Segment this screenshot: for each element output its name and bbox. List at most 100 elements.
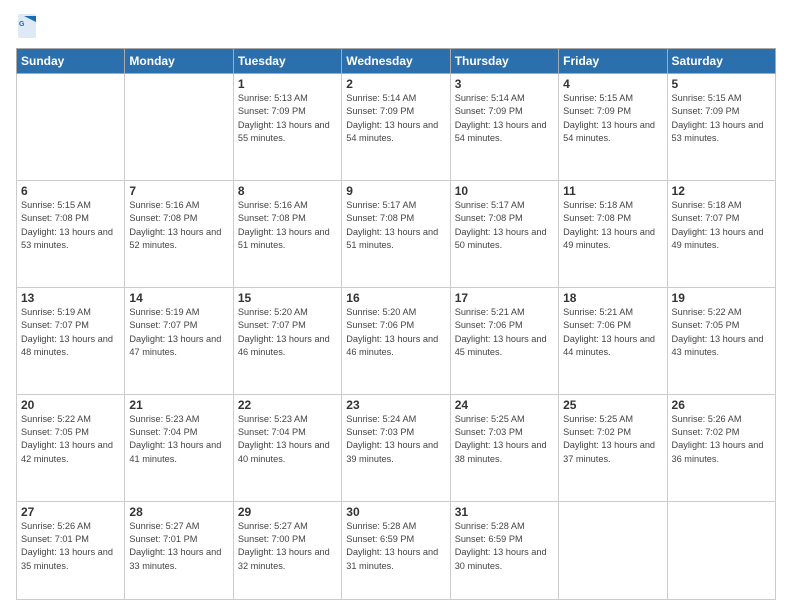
day-number: 24 [455, 398, 554, 412]
day-cell-2: 2Sunrise: 5:14 AMSunset: 7:09 PMDaylight… [342, 74, 450, 181]
day-number: 27 [21, 505, 120, 519]
day-detail: Sunrise: 5:20 AMSunset: 7:06 PMDaylight:… [346, 306, 445, 359]
day-cell-18: 18Sunrise: 5:21 AMSunset: 7:06 PMDayligh… [559, 287, 667, 394]
day-number: 22 [238, 398, 337, 412]
day-detail: Sunrise: 5:17 AMSunset: 7:08 PMDaylight:… [455, 199, 554, 252]
empty-cell [17, 74, 125, 181]
week-row-5: 27Sunrise: 5:26 AMSunset: 7:01 PMDayligh… [17, 501, 776, 599]
day-number: 8 [238, 184, 337, 198]
logo-icon: G [16, 12, 38, 40]
day-number: 21 [129, 398, 228, 412]
day-detail: Sunrise: 5:26 AMSunset: 7:01 PMDaylight:… [21, 520, 120, 573]
day-detail: Sunrise: 5:27 AMSunset: 7:01 PMDaylight:… [129, 520, 228, 573]
day-number: 1 [238, 77, 337, 91]
day-number: 9 [346, 184, 445, 198]
week-row-1: 1Sunrise: 5:13 AMSunset: 7:09 PMDaylight… [17, 74, 776, 181]
day-detail: Sunrise: 5:20 AMSunset: 7:07 PMDaylight:… [238, 306, 337, 359]
logo: G [16, 12, 42, 40]
day-detail: Sunrise: 5:21 AMSunset: 7:06 PMDaylight:… [455, 306, 554, 359]
day-detail: Sunrise: 5:17 AMSunset: 7:08 PMDaylight:… [346, 199, 445, 252]
day-cell-6: 6Sunrise: 5:15 AMSunset: 7:08 PMDaylight… [17, 180, 125, 287]
day-detail: Sunrise: 5:16 AMSunset: 7:08 PMDaylight:… [129, 199, 228, 252]
day-number: 18 [563, 291, 662, 305]
empty-cell [559, 501, 667, 599]
day-cell-4: 4Sunrise: 5:15 AMSunset: 7:09 PMDaylight… [559, 74, 667, 181]
day-detail: Sunrise: 5:19 AMSunset: 7:07 PMDaylight:… [21, 306, 120, 359]
day-number: 20 [21, 398, 120, 412]
weekday-header-thursday: Thursday [450, 49, 558, 74]
day-number: 15 [238, 291, 337, 305]
day-number: 7 [129, 184, 228, 198]
day-cell-20: 20Sunrise: 5:22 AMSunset: 7:05 PMDayligh… [17, 394, 125, 501]
day-cell-17: 17Sunrise: 5:21 AMSunset: 7:06 PMDayligh… [450, 287, 558, 394]
day-cell-19: 19Sunrise: 5:22 AMSunset: 7:05 PMDayligh… [667, 287, 775, 394]
day-number: 19 [672, 291, 771, 305]
day-number: 16 [346, 291, 445, 305]
day-cell-13: 13Sunrise: 5:19 AMSunset: 7:07 PMDayligh… [17, 287, 125, 394]
day-detail: Sunrise: 5:22 AMSunset: 7:05 PMDaylight:… [672, 306, 771, 359]
day-cell-3: 3Sunrise: 5:14 AMSunset: 7:09 PMDaylight… [450, 74, 558, 181]
day-detail: Sunrise: 5:13 AMSunset: 7:09 PMDaylight:… [238, 92, 337, 145]
day-detail: Sunrise: 5:25 AMSunset: 7:02 PMDaylight:… [563, 413, 662, 466]
day-number: 6 [21, 184, 120, 198]
day-detail: Sunrise: 5:26 AMSunset: 7:02 PMDaylight:… [672, 413, 771, 466]
calendar-page: G SundayMondayTuesdayWednesdayThursdayFr… [0, 0, 792, 612]
day-cell-7: 7Sunrise: 5:16 AMSunset: 7:08 PMDaylight… [125, 180, 233, 287]
day-number: 25 [563, 398, 662, 412]
weekday-header-tuesday: Tuesday [233, 49, 341, 74]
day-detail: Sunrise: 5:25 AMSunset: 7:03 PMDaylight:… [455, 413, 554, 466]
calendar-table: SundayMondayTuesdayWednesdayThursdayFrid… [16, 48, 776, 600]
day-detail: Sunrise: 5:23 AMSunset: 7:04 PMDaylight:… [238, 413, 337, 466]
day-detail: Sunrise: 5:22 AMSunset: 7:05 PMDaylight:… [21, 413, 120, 466]
day-number: 14 [129, 291, 228, 305]
day-number: 10 [455, 184, 554, 198]
weekday-header-wednesday: Wednesday [342, 49, 450, 74]
day-number: 28 [129, 505, 228, 519]
day-number: 12 [672, 184, 771, 198]
day-cell-1: 1Sunrise: 5:13 AMSunset: 7:09 PMDaylight… [233, 74, 341, 181]
day-cell-26: 26Sunrise: 5:26 AMSunset: 7:02 PMDayligh… [667, 394, 775, 501]
weekday-header-saturday: Saturday [667, 49, 775, 74]
weekday-header-row: SundayMondayTuesdayWednesdayThursdayFrid… [17, 49, 776, 74]
day-cell-21: 21Sunrise: 5:23 AMSunset: 7:04 PMDayligh… [125, 394, 233, 501]
day-number: 3 [455, 77, 554, 91]
day-detail: Sunrise: 5:27 AMSunset: 7:00 PMDaylight:… [238, 520, 337, 573]
empty-cell [125, 74, 233, 181]
week-row-2: 6Sunrise: 5:15 AMSunset: 7:08 PMDaylight… [17, 180, 776, 287]
svg-text:G: G [19, 21, 25, 28]
day-number: 30 [346, 505, 445, 519]
day-cell-24: 24Sunrise: 5:25 AMSunset: 7:03 PMDayligh… [450, 394, 558, 501]
header: G [16, 12, 776, 40]
day-cell-12: 12Sunrise: 5:18 AMSunset: 7:07 PMDayligh… [667, 180, 775, 287]
weekday-header-friday: Friday [559, 49, 667, 74]
day-cell-27: 27Sunrise: 5:26 AMSunset: 7:01 PMDayligh… [17, 501, 125, 599]
day-cell-30: 30Sunrise: 5:28 AMSunset: 6:59 PMDayligh… [342, 501, 450, 599]
day-cell-22: 22Sunrise: 5:23 AMSunset: 7:04 PMDayligh… [233, 394, 341, 501]
day-detail: Sunrise: 5:19 AMSunset: 7:07 PMDaylight:… [129, 306, 228, 359]
day-number: 11 [563, 184, 662, 198]
day-cell-16: 16Sunrise: 5:20 AMSunset: 7:06 PMDayligh… [342, 287, 450, 394]
day-number: 23 [346, 398, 445, 412]
empty-cell [667, 501, 775, 599]
day-number: 31 [455, 505, 554, 519]
week-row-4: 20Sunrise: 5:22 AMSunset: 7:05 PMDayligh… [17, 394, 776, 501]
day-detail: Sunrise: 5:15 AMSunset: 7:08 PMDaylight:… [21, 199, 120, 252]
day-cell-14: 14Sunrise: 5:19 AMSunset: 7:07 PMDayligh… [125, 287, 233, 394]
day-cell-5: 5Sunrise: 5:15 AMSunset: 7:09 PMDaylight… [667, 74, 775, 181]
day-number: 2 [346, 77, 445, 91]
day-cell-9: 9Sunrise: 5:17 AMSunset: 7:08 PMDaylight… [342, 180, 450, 287]
day-detail: Sunrise: 5:15 AMSunset: 7:09 PMDaylight:… [672, 92, 771, 145]
day-detail: Sunrise: 5:15 AMSunset: 7:09 PMDaylight:… [563, 92, 662, 145]
day-detail: Sunrise: 5:16 AMSunset: 7:08 PMDaylight:… [238, 199, 337, 252]
day-cell-8: 8Sunrise: 5:16 AMSunset: 7:08 PMDaylight… [233, 180, 341, 287]
day-number: 29 [238, 505, 337, 519]
weekday-header-sunday: Sunday [17, 49, 125, 74]
week-row-3: 13Sunrise: 5:19 AMSunset: 7:07 PMDayligh… [17, 287, 776, 394]
day-detail: Sunrise: 5:14 AMSunset: 7:09 PMDaylight:… [455, 92, 554, 145]
day-number: 5 [672, 77, 771, 91]
day-detail: Sunrise: 5:28 AMSunset: 6:59 PMDaylight:… [455, 520, 554, 573]
day-number: 4 [563, 77, 662, 91]
weekday-header-monday: Monday [125, 49, 233, 74]
day-cell-28: 28Sunrise: 5:27 AMSunset: 7:01 PMDayligh… [125, 501, 233, 599]
day-cell-31: 31Sunrise: 5:28 AMSunset: 6:59 PMDayligh… [450, 501, 558, 599]
